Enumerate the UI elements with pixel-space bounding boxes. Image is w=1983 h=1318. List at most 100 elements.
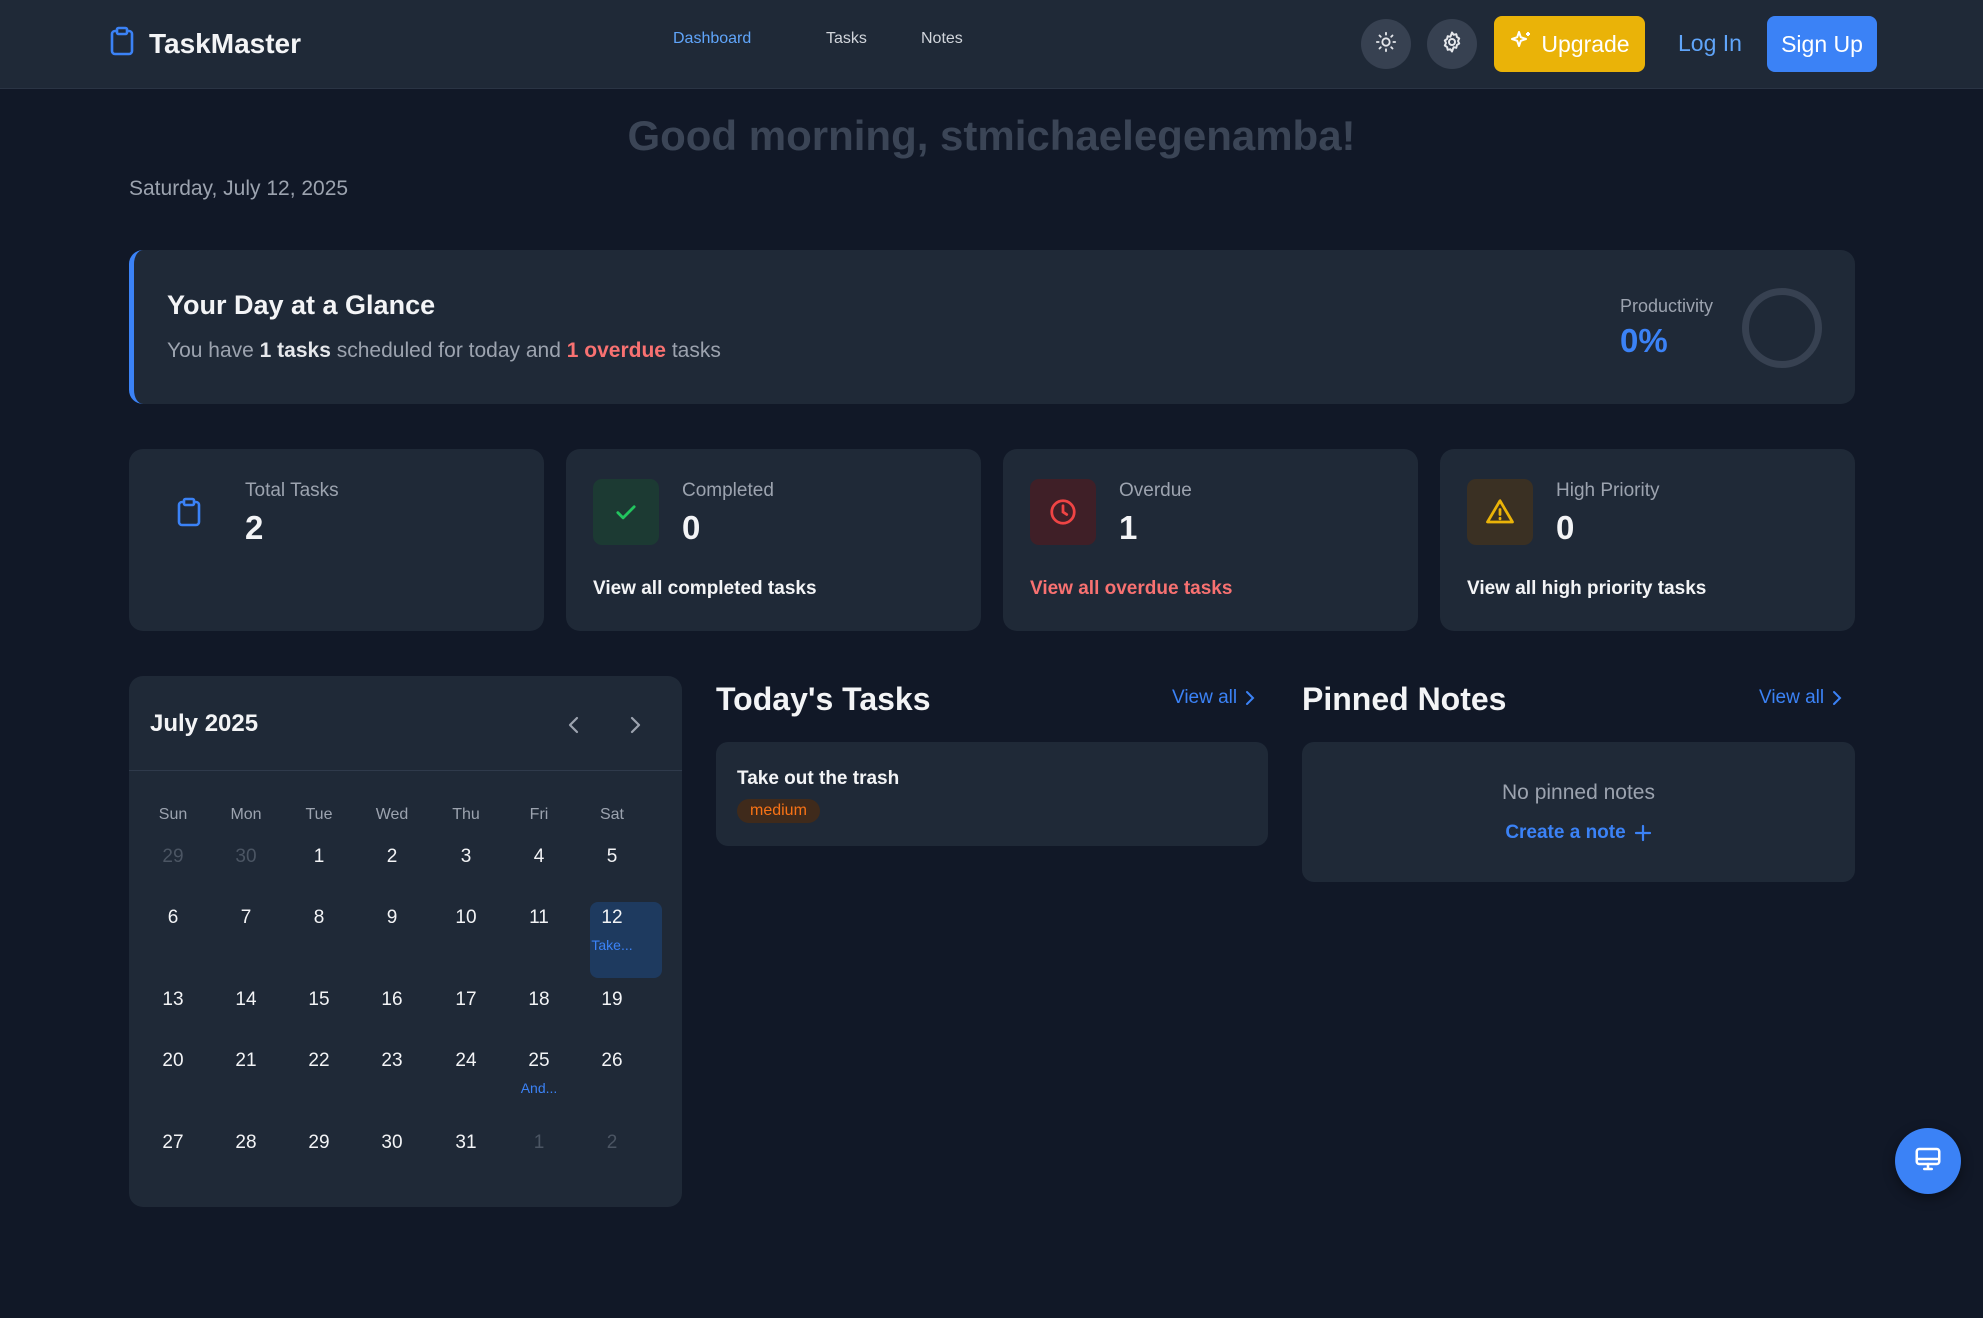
create-note-label: Create a note [1505,822,1626,843]
calendar-day[interactable]: 27 [138,1132,208,1154]
brand-name: TaskMaster [149,27,302,59]
productivity-value: 0% [1620,322,1668,359]
day-glance-card: Your Day at a Glance You have 1 tasks sc… [129,250,1855,404]
view-overdue-link[interactable]: View all overdue tasks [1030,578,1232,600]
plus-icon [1634,824,1651,842]
view-completed-link[interactable]: View all completed tasks [593,578,817,600]
calendar-day[interactable]: 3 [431,846,501,868]
next-month-button[interactable] [620,710,650,740]
calendar-day[interactable]: 4 [504,846,574,868]
brand[interactable]: TaskMaster [109,26,301,61]
calendar-day[interactable]: 15 [284,989,354,1011]
pinned-notes-title: Pinned Notes [1302,681,1507,717]
calendar-day[interactable]: 28 [211,1132,281,1154]
chevron-right-icon [1246,691,1255,705]
calendar-day[interactable]: 29 [138,846,208,868]
calendar-day[interactable]: 17 [431,989,501,1011]
task-title: Take out the trash [737,768,900,789]
stat-value: 0 [682,509,701,546]
glance-text-mid: scheduled for today and [336,339,561,362]
sparkle-icon [1509,29,1533,59]
clock-icon [1030,479,1096,545]
calendar-day[interactable]: 13 [138,989,208,1011]
calendar-day[interactable]: 11 [504,907,574,929]
glance-summary: You have 1 tasks scheduled for today and… [167,339,721,363]
gear-icon [1440,30,1464,59]
calendar-day[interactable]: 9 [357,907,427,929]
floating-monitor-button[interactable] [1895,1128,1961,1194]
clipboard-icon [109,26,135,61]
weekday-label: Thu [452,806,480,823]
pinned-notes-card: No pinned notes Create a note [1302,742,1855,882]
theme-toggle-button[interactable] [1361,19,1411,69]
prev-month-button[interactable] [559,710,589,740]
calendar-day[interactable]: 14 [211,989,281,1011]
calendar-header: July 2025 [129,676,682,771]
calendar-day[interactable]: 2 [357,846,427,868]
calendar-day[interactable]: 30 [211,846,281,868]
weekday-label: Tue [305,806,333,823]
stat-card-overdue: Overdue 1 View all overdue tasks [1003,449,1418,631]
current-date: Saturday, July 12, 2025 [129,177,349,200]
calendar-day[interactable]: 2 [577,1132,647,1154]
glance-tasks-count: 1 tasks [259,339,331,362]
todays-tasks-view-all[interactable]: View all [1172,687,1255,709]
nav-dashboard[interactable]: Dashboard [673,30,751,48]
stat-label: Total Tasks [245,480,339,501]
calendar-day[interactable]: 29 [284,1132,354,1154]
calendar-widget: July 2025 Sun Mon Tue Wed Thu Fri Sat 29 30 1 2 3 4 5… [129,676,682,1207]
warning-icon [1467,479,1533,545]
task-card[interactable]: Take out the trash medium [716,742,1268,846]
calendar-day[interactable]: 22 [284,1050,354,1072]
settings-button[interactable] [1427,19,1477,69]
calendar-day[interactable]: 23 [357,1050,427,1072]
login-link[interactable]: Log In [1678,30,1742,57]
calendar-event-label[interactable]: Take... [577,937,647,953]
nav-tasks[interactable]: Tasks [826,30,867,48]
glance-overdue-count: 1 overdue [566,339,666,362]
calendar-day[interactable]: 24 [431,1050,501,1072]
chevron-right-icon [1833,691,1842,705]
priority-badge: medium [737,799,820,823]
weekday-label: Fri [529,806,549,823]
upgrade-button[interactable]: Upgrade [1494,16,1645,72]
calendar-day[interactable]: 26 [577,1050,647,1072]
calendar-day[interactable]: 19 [577,989,647,1011]
calendar-day[interactable]: 12 [577,907,647,929]
calendar-day[interactable]: 25 [504,1050,574,1072]
stat-value: 2 [245,509,264,546]
calendar-day[interactable]: 21 [211,1050,281,1072]
stat-card-completed: Completed 0 View all completed tasks [566,449,981,631]
create-note-link[interactable]: Create a note [1302,822,1855,844]
calendar-day[interactable]: 5 [577,846,647,868]
stat-label: Completed [682,480,774,501]
stat-label: Overdue [1119,480,1192,501]
weekday-label: Sat [599,806,624,823]
view-high-priority-link[interactable]: View all high priority tasks [1467,578,1706,600]
calendar-day[interactable]: 31 [431,1132,501,1154]
nav-notes[interactable]: Notes [921,30,963,48]
calendar-day[interactable]: 8 [284,907,354,929]
pinned-notes-view-all[interactable]: View all [1759,687,1842,709]
stat-card-high-priority: High Priority 0 View all high priority t… [1440,449,1855,631]
glance-text-suffix: tasks [671,339,721,362]
calendar-month-title: July 2025 [150,710,259,737]
calendar-day[interactable]: 20 [138,1050,208,1072]
view-all-label: View all [1172,687,1238,708]
signup-button[interactable]: Sign Up [1767,16,1877,72]
no-notes-text: No pinned notes [1502,781,1655,804]
calendar-day[interactable]: 6 [138,907,208,929]
calendar-day[interactable]: 18 [504,989,574,1011]
calendar-day[interactable]: 7 [211,907,281,929]
sun-icon [1375,31,1397,58]
weekday-label: Sun [158,806,188,823]
productivity-ring [1742,288,1822,368]
calendar-day[interactable]: 10 [431,907,501,929]
calendar-day[interactable]: 1 [284,846,354,868]
calendar-event-label[interactable]: And... [504,1080,574,1096]
calendar-day[interactable]: 1 [504,1132,574,1154]
calendar-day[interactable]: 16 [357,989,427,1011]
calendar-day[interactable]: 30 [357,1132,427,1154]
weekday-label: Wed [375,806,409,823]
glance-text-prefix: You have [167,339,254,362]
